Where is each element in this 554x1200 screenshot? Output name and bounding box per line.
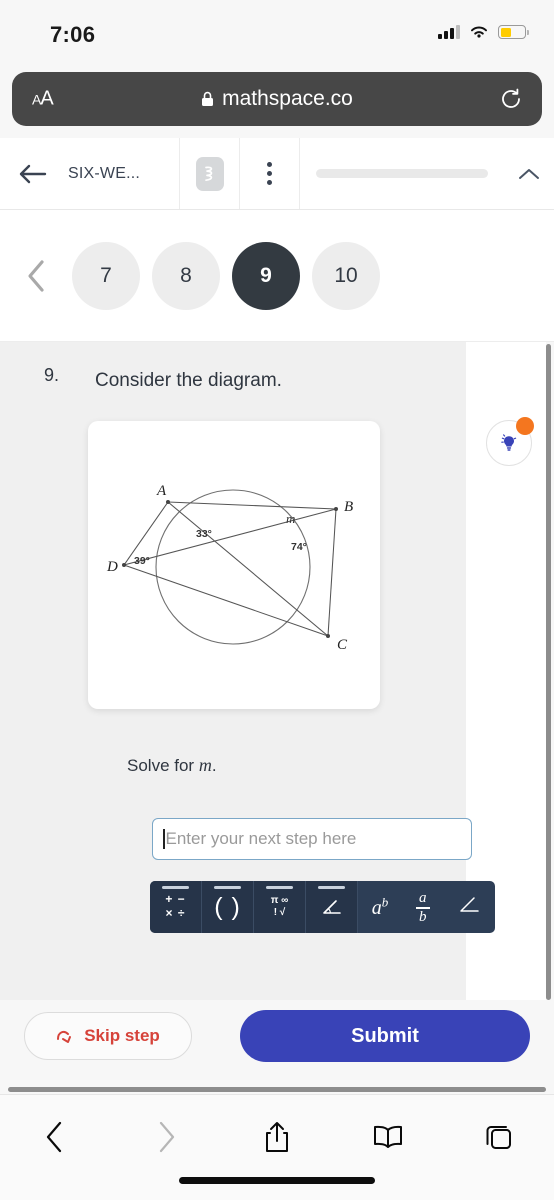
- browser-tabs-button[interactable]: [443, 1109, 554, 1165]
- book-icon: [373, 1125, 402, 1148]
- question-number: 9.: [44, 365, 60, 385]
- angle-label-39: 39°: [134, 555, 150, 567]
- math-key-angle[interactable]: [457, 895, 481, 920]
- text-caret: [163, 829, 165, 849]
- angle-icon: [460, 896, 479, 912]
- math-key-power[interactable]: ab: [372, 894, 389, 920]
- chevron-left-icon: [28, 259, 44, 292]
- math-tab-parentheses[interactable]: ( ): [202, 881, 254, 933]
- chevron-left-icon: [47, 1121, 62, 1153]
- browser-url-bar[interactable]: AA mathspace.co: [12, 72, 542, 126]
- pi-infinity-factorial-root-icon: π ∞! √: [270, 895, 289, 918]
- tabs-icon: [486, 1126, 511, 1149]
- solve-prefix: Solve for: [127, 756, 199, 775]
- answer-input-placeholder: Enter your next step here: [165, 829, 357, 848]
- plus-minus-times-divide-icon: + − × ÷: [165, 892, 186, 920]
- hint-button[interactable]: [486, 417, 534, 466]
- ios-status-bar: 7:06: [0, 0, 554, 62]
- wifi-icon: [471, 26, 487, 38]
- math-tab-geometry[interactable]: [306, 881, 358, 933]
- nav-title: SIX-WE...: [68, 164, 141, 182]
- vertex-label-B: B: [344, 499, 353, 515]
- status-time: 7:06: [50, 22, 96, 47]
- lock-icon: [202, 91, 214, 106]
- vertex-label-A: A: [156, 483, 167, 499]
- math-tab-symbols[interactable]: π ∞! √: [254, 881, 306, 933]
- browser-bookmarks-button[interactable]: [332, 1109, 443, 1165]
- progress-bar: [316, 169, 488, 178]
- battery-icon: [498, 25, 529, 39]
- horizontal-scrollbar[interactable]: [8, 1087, 546, 1092]
- solve-variable: m: [198, 755, 212, 775]
- math-keyboard-tabs: + − × ÷ ( ) π ∞! √: [150, 881, 358, 933]
- angle-icon: [322, 900, 341, 914]
- url-display[interactable]: mathspace.co: [12, 87, 542, 111]
- skip-step-label: Skip step: [84, 1026, 160, 1045]
- math-keyboard: + − × ÷ ( ) π ∞! √ ab a b: [150, 881, 495, 933]
- fraction-icon: a b: [415, 890, 430, 926]
- mathspace-logo-icon: [195, 156, 224, 191]
- nav-back-button[interactable]: SIX-WE...: [0, 138, 180, 209]
- lightbulb-icon: [501, 434, 517, 451]
- math-tab-operators[interactable]: + − × ÷: [150, 881, 202, 933]
- browser-back-button[interactable]: [0, 1109, 111, 1165]
- mathspace-logo-button[interactable]: [180, 138, 240, 209]
- home-indicator: [179, 1177, 375, 1184]
- phone-screen: 7:06 AA mathspace.co SIX-WE... 7 8 9 10 …: [0, 0, 554, 1200]
- status-icons: [438, 24, 529, 40]
- angle-label-74: 74°: [291, 541, 307, 553]
- parentheses-icon: ( ): [214, 892, 241, 921]
- hint-badge: [516, 417, 534, 435]
- submit-button[interactable]: Submit: [240, 1010, 530, 1062]
- more-vertical-icon: [267, 162, 272, 185]
- question-pill-label: 7: [100, 263, 112, 287]
- question-pill-label: 9: [260, 263, 272, 287]
- solve-instruction: Solve for m.: [127, 755, 217, 776]
- angle-label-m: m: [286, 511, 295, 526]
- question-pill-9[interactable]: 9: [232, 241, 300, 310]
- share-icon: [265, 1122, 288, 1152]
- vertex-label-C: C: [337, 637, 348, 653]
- question-pill-8[interactable]: 8: [152, 241, 220, 310]
- browser-share-button[interactable]: [222, 1109, 333, 1165]
- submit-label: Submit: [351, 1024, 419, 1047]
- nav-progress: [300, 138, 504, 209]
- math-key-fraction[interactable]: a b: [415, 889, 430, 926]
- question-pill-10[interactable]: 10: [312, 241, 380, 310]
- skip-arrow-icon: [57, 1030, 72, 1043]
- vertex-label-D: D: [106, 559, 118, 575]
- nav-menu-button[interactable]: [240, 138, 300, 209]
- question-pill-label: 8: [180, 263, 192, 287]
- diagram-card: A B C D 33° 39° 74° m: [88, 421, 380, 709]
- skip-step-button[interactable]: Skip step: [24, 1012, 192, 1060]
- vertical-scrollbar[interactable]: [546, 344, 551, 1000]
- url-text: mathspace.co: [222, 87, 353, 110]
- math-keyboard-keys: ab a b: [358, 881, 495, 933]
- question-prompt: Consider the diagram.: [95, 370, 282, 391]
- nav-collapse-button[interactable]: [504, 138, 554, 209]
- browser-forward-button[interactable]: [111, 1109, 222, 1165]
- browser-bottom-toolbar: [0, 1094, 554, 1200]
- question-pill-label: 10: [334, 263, 358, 287]
- circle-geometry-diagram: A B C D 33° 39° 74° m: [106, 483, 353, 653]
- question-pill-7[interactable]: 7: [72, 241, 140, 310]
- a-to-the-b-icon: ab: [371, 894, 389, 919]
- chevron-up-icon: [519, 168, 539, 179]
- pills-prev-button[interactable]: [14, 259, 60, 293]
- angle-label-33: 33°: [196, 528, 212, 540]
- solve-suffix: .: [211, 756, 217, 775]
- reload-icon[interactable]: [500, 88, 522, 110]
- chevron-right-icon: [160, 1121, 175, 1153]
- app-nav-bar: SIX-WE...: [0, 138, 554, 210]
- question-pill-bar: 7 8 9 10: [0, 210, 554, 342]
- signal-bars-icon: [438, 25, 460, 39]
- arrow-left-icon: [19, 164, 47, 183]
- answer-step-input[interactable]: Enter your next step here: [152, 818, 472, 860]
